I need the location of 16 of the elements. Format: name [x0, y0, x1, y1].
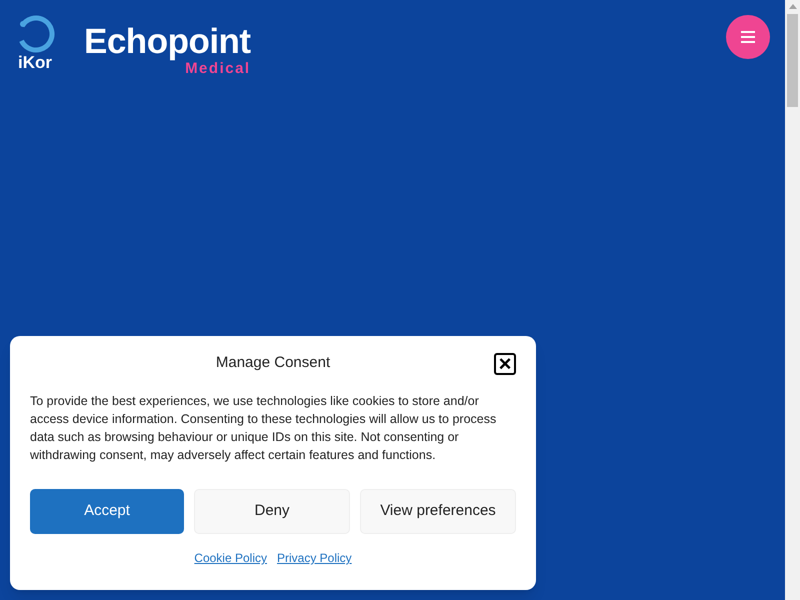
menu-button[interactable]: [726, 15, 770, 59]
menu-icon: [741, 31, 755, 43]
policy-link[interactable]: Privacy Policy: [277, 549, 352, 567]
scroll-up-icon[interactable]: [788, 4, 796, 9]
brand-logo: Echopoint: [84, 24, 251, 59]
consent-button[interactable]: View preferences: [360, 489, 516, 534]
scroll-thumb[interactable]: [787, 14, 798, 107]
consent-button[interactable]: Deny: [194, 489, 350, 534]
consent-text: To provide the best experiences, we use technologies like cookies to store and/or access device information. Consenting to these technologies will allow us to process data such as browsing behaviour or unique IDs on this site. Not consenting or withdrawing consent, may adversely affect certain features and functions.: [30, 393, 498, 464]
policy-link[interactable]: Cookie Policy: [194, 549, 267, 567]
partner-logo: iKor: [18, 54, 52, 71]
dialog-title: Manage Consent: [216, 353, 330, 373]
scrollbar[interactable]: [785, 0, 800, 600]
consent-button[interactable]: Accept: [30, 489, 184, 534]
brand-subtitle: Medical: [185, 61, 251, 76]
close-button[interactable]: ×: [494, 353, 516, 375]
